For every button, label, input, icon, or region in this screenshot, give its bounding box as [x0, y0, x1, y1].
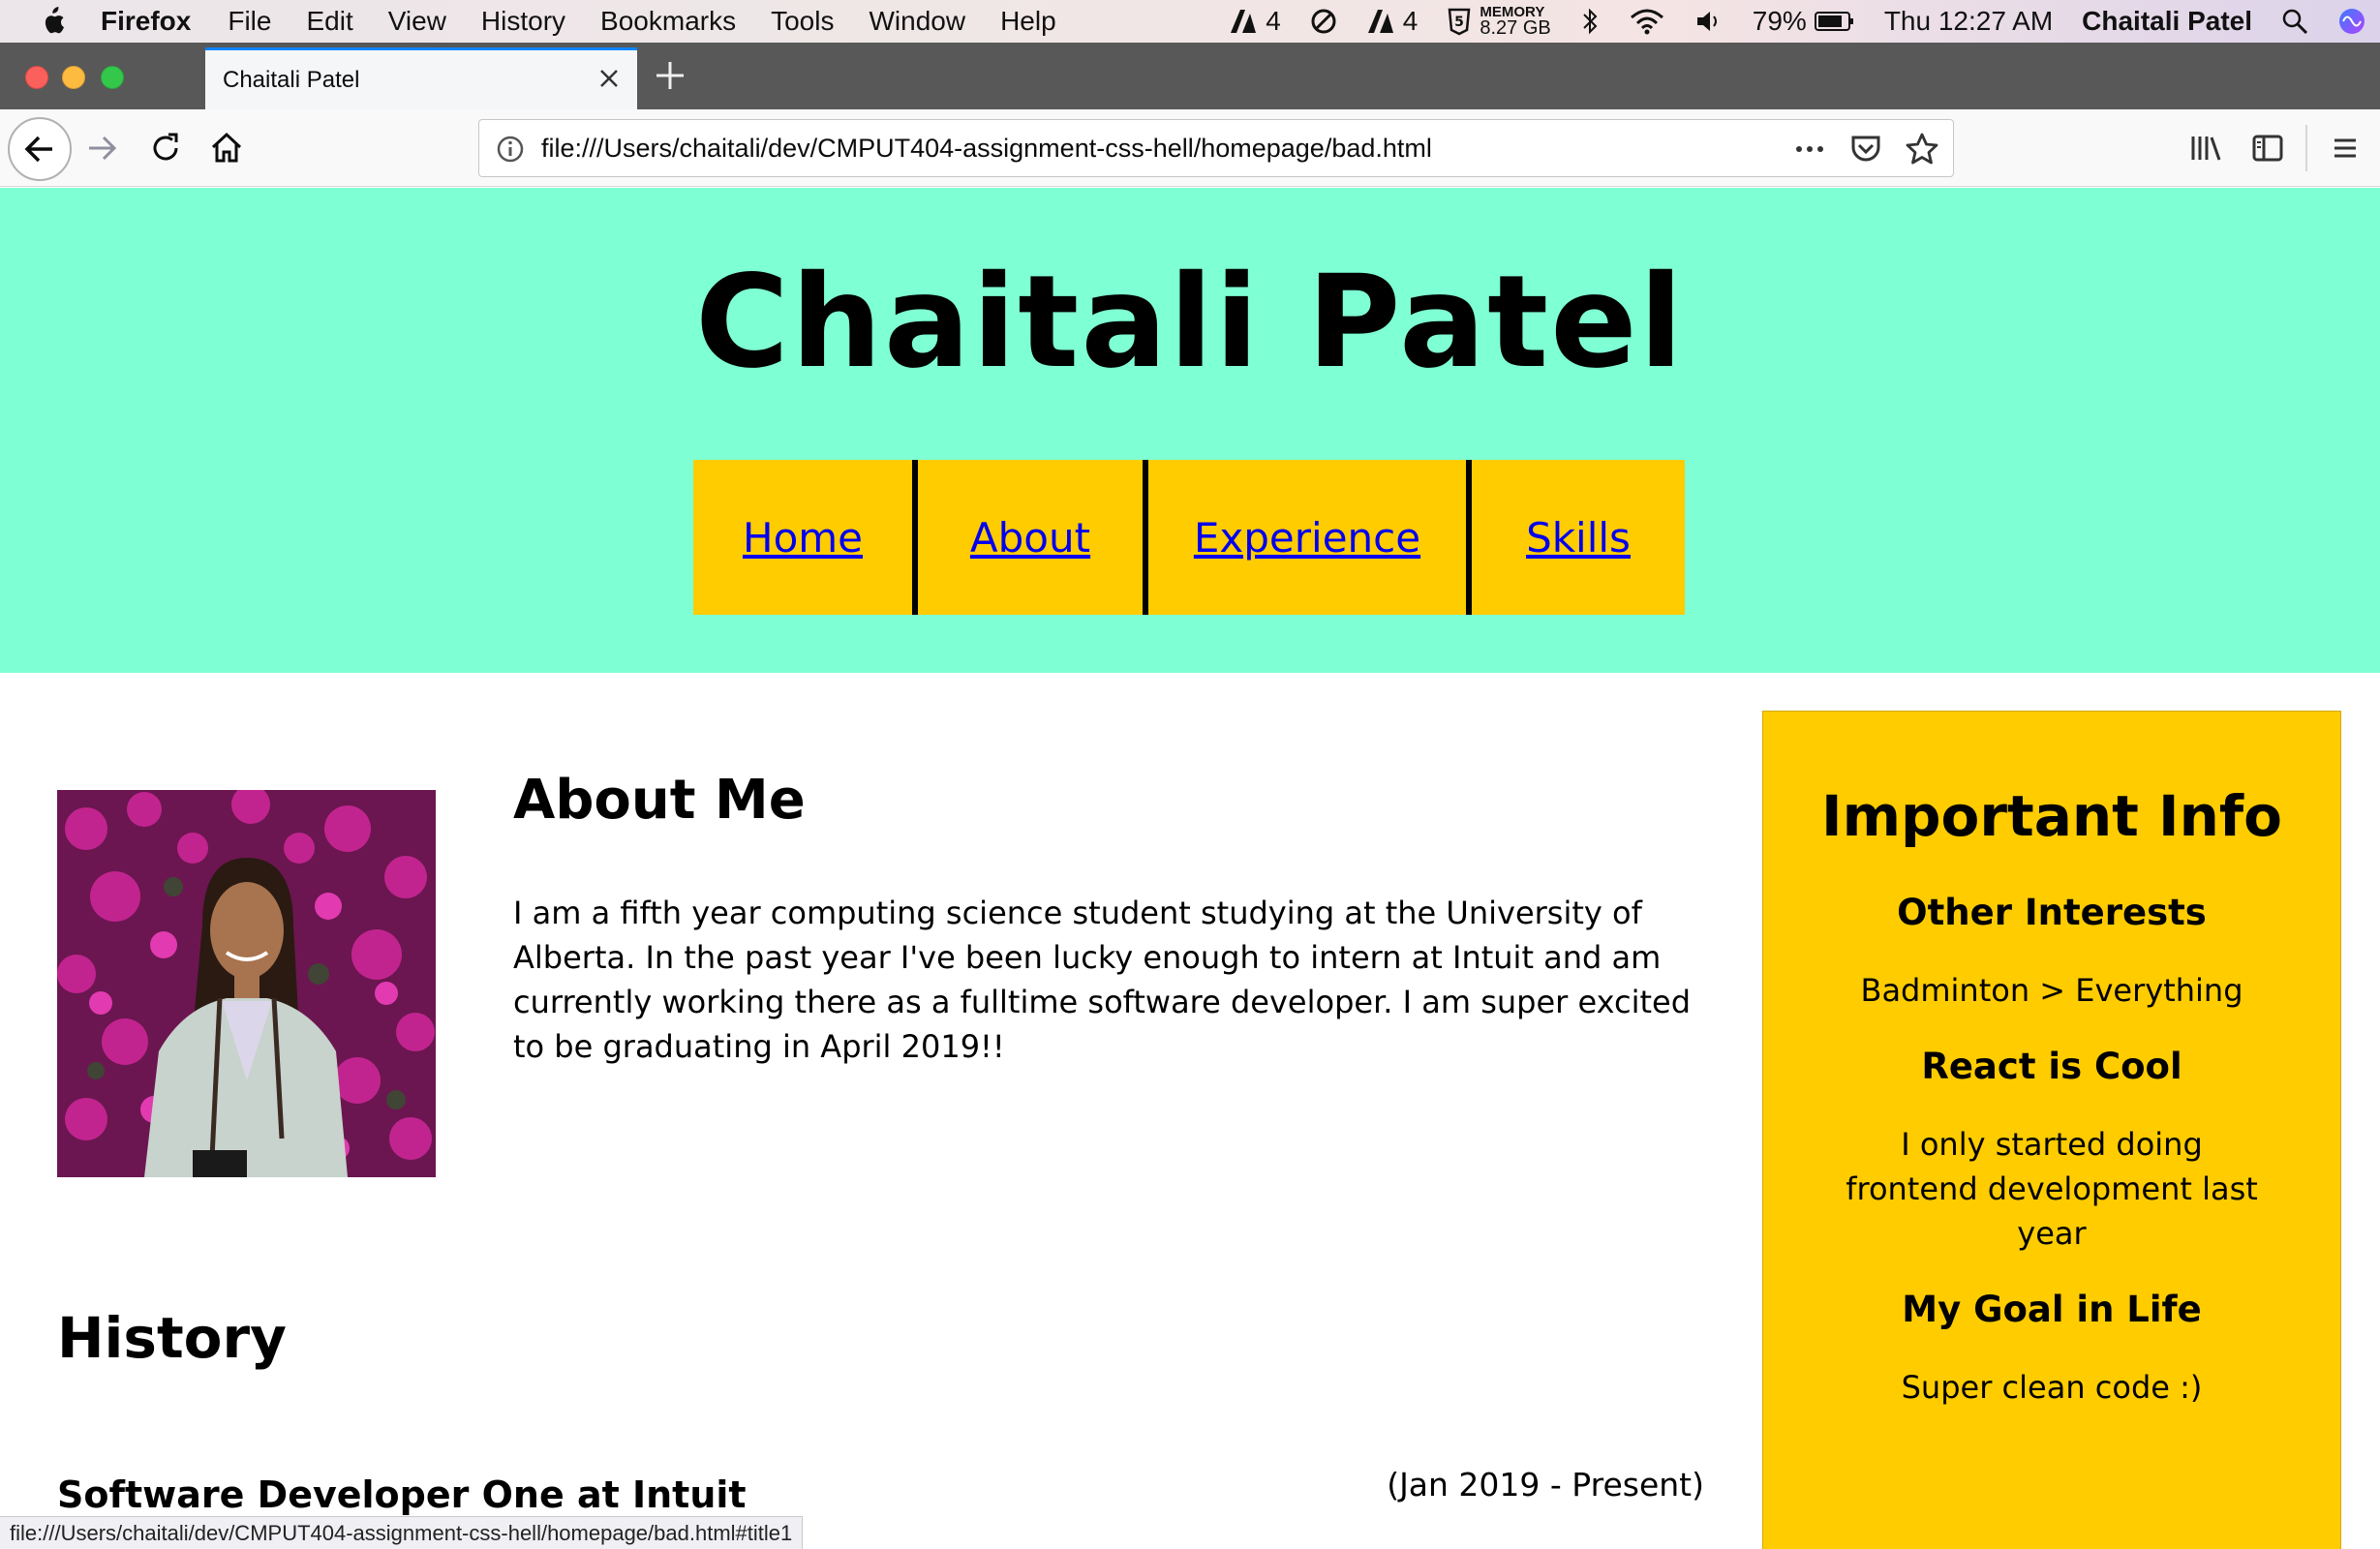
- apple-logo-icon[interactable]: [39, 5, 68, 38]
- search-icon: [2282, 9, 2308, 35]
- clock[interactable]: Thu 12:27 AM: [1884, 6, 2053, 37]
- bookmark-star-icon[interactable]: [1905, 132, 1939, 167]
- home-icon[interactable]: [201, 123, 252, 173]
- tab-active[interactable]: Chaitali Patel: [205, 47, 637, 109]
- volume-status[interactable]: [1694, 8, 1724, 35]
- job-title: Software Developer One at Intuit: [57, 1473, 747, 1516]
- new-tab-plus-icon[interactable]: [651, 56, 689, 95]
- profile-photo: [57, 790, 436, 1177]
- siri-icon: [2339, 9, 2365, 34]
- adobe-count-1: 4: [1266, 6, 1281, 36]
- page-actions-menu-icon[interactable]: [1792, 132, 1827, 167]
- sidebar-item-text: Super clean code :): [1901, 1369, 2203, 1406]
- menubar-status-area: 4 4 5 MEMORY 8.27 GB 79% Thu 12:27 AM Ch…: [1229, 0, 2380, 43]
- battery-icon: [1814, 12, 1853, 31]
- menu-help[interactable]: Help: [1000, 6, 1056, 37]
- adobe-status-1[interactable]: 4: [1229, 6, 1281, 37]
- shield-5-icon: 5: [1449, 8, 1471, 36]
- battery-status[interactable]: 79%: [1753, 6, 1855, 37]
- bluetooth-icon: [1583, 8, 1598, 35]
- url-bar[interactable]: file:///Users/chaitali/dev/CMPUT404-assi…: [478, 119, 1954, 177]
- tab-close-icon[interactable]: [595, 64, 624, 93]
- reload-icon[interactable]: [140, 123, 191, 173]
- wifi-icon: [1630, 9, 1663, 35]
- menu-edit[interactable]: Edit: [306, 6, 352, 37]
- adobe-count-2: 4: [1402, 6, 1419, 36]
- sidebar-item-text: I only started doing frontend developmen…: [1846, 1126, 2258, 1252]
- svg-text:5: 5: [1455, 15, 1465, 30]
- macos-menubar: Firefox File Edit View History Bookmarks…: [0, 0, 2380, 43]
- site-title: Chaitali Patel: [695, 248, 1685, 397]
- siri-button[interactable]: [2337, 7, 2366, 36]
- window-zoom-button[interactable]: [101, 66, 124, 89]
- nav-link-home[interactable]: Home: [693, 460, 912, 615]
- about-text: I am a fifth year computing science stud…: [513, 895, 1692, 1065]
- menu-app-name[interactable]: Firefox: [101, 6, 191, 37]
- menu-tools[interactable]: Tools: [771, 6, 834, 37]
- tab-title: Chaitali Patel: [223, 66, 360, 93]
- tab-strip: Chaitali Patel: [0, 43, 2380, 109]
- do-not-disturb-status[interactable]: [1310, 8, 1337, 35]
- window-minimize-button[interactable]: [62, 66, 85, 89]
- sidebar-toggle-icon[interactable]: [2243, 123, 2293, 173]
- memory-status[interactable]: 5 MEMORY 8.27 GB: [1447, 5, 1551, 39]
- sidebar-item-title: Other Interests: [1897, 892, 2207, 933]
- nav-toolbar: file:///Users/chaitali/dev/CMPUT404-assi…: [0, 109, 2380, 187]
- speaker-icon: [1696, 12, 1717, 31]
- back-arrow-icon[interactable]: [8, 117, 72, 181]
- sidebar-item-title: My Goal in Life: [1902, 1289, 2202, 1330]
- info-icon[interactable]: [495, 134, 526, 165]
- job-dates: (Jan 2019 - Present): [1387, 1466, 1704, 1503]
- menu-bookmarks[interactable]: Bookmarks: [600, 6, 736, 37]
- sidebar-item-title: React is Cool: [1921, 1046, 2182, 1087]
- adobe-icon: [1367, 10, 1393, 33]
- nav-link-skills[interactable]: Skills: [1472, 460, 1685, 615]
- site-nav: Home About Experience Skills: [693, 460, 1685, 615]
- nav-link-experience[interactable]: Experience: [1148, 460, 1466, 615]
- history-heading: History: [57, 1305, 287, 1371]
- adobe-icon: [1231, 10, 1257, 33]
- url-text[interactable]: file:///Users/chaitali/dev/CMPUT404-assi…: [541, 134, 1432, 164]
- toolbar-divider: [2305, 125, 2307, 171]
- wifi-status[interactable]: [1629, 8, 1665, 35]
- menu-history[interactable]: History: [481, 6, 565, 37]
- url-actions: [1792, 132, 1939, 167]
- sidebar-heading: Important Info: [1820, 783, 2282, 849]
- nav-link-about[interactable]: About: [918, 460, 1143, 615]
- menu-file[interactable]: File: [228, 6, 271, 37]
- battery-percent: 79%: [1752, 6, 1807, 36]
- bluetooth-status[interactable]: [1580, 7, 1600, 36]
- window-close-button[interactable]: [25, 66, 48, 89]
- about-heading: About Me: [513, 769, 806, 832]
- hamburger-menu-icon[interactable]: [2320, 123, 2370, 173]
- important-info-sidebar: Important Info Other Interests Badminton…: [1762, 711, 2341, 1549]
- link-status-bar: file:///Users/chaitali/dev/CMPUT404-assi…: [0, 1516, 804, 1549]
- sidebar-item-text: Badminton > Everything: [1860, 972, 2243, 1009]
- site-header: Chaitali Patel Home About Experience Ski…: [0, 188, 2380, 673]
- current-user[interactable]: Chaitali Patel: [2082, 6, 2252, 37]
- menu-window[interactable]: Window: [869, 6, 965, 37]
- circle-slash-icon: [1311, 9, 1336, 34]
- pocket-icon[interactable]: [1848, 132, 1883, 167]
- spotlight-button[interactable]: [2281, 8, 2308, 35]
- memory-value: 8.27 GB: [1480, 17, 1551, 39]
- menu-view[interactable]: View: [388, 6, 446, 37]
- adobe-status-2[interactable]: 4: [1366, 6, 1419, 37]
- page-viewport: Chaitali Patel Home About Experience Ski…: [0, 188, 2380, 1549]
- library-icon[interactable]: [2181, 123, 2231, 173]
- forward-arrow-icon[interactable]: [77, 123, 128, 173]
